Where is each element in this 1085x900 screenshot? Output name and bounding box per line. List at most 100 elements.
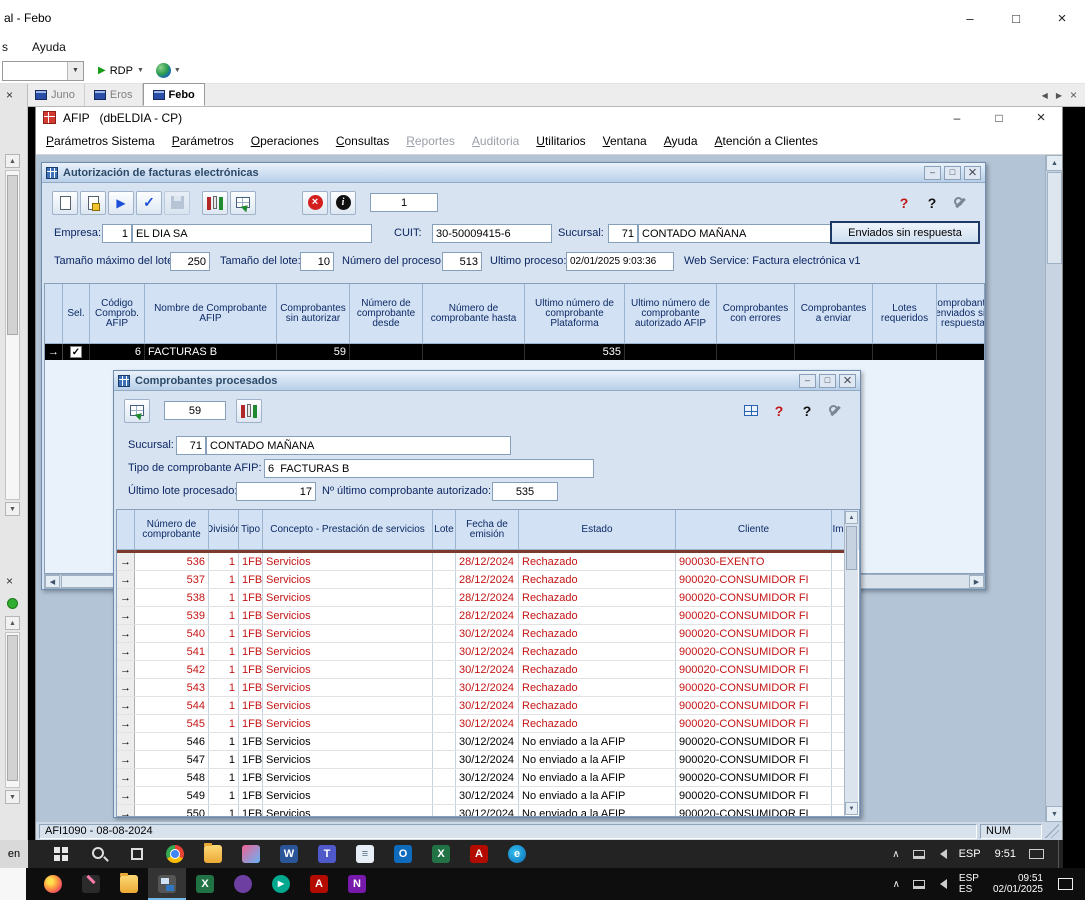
grid-view-button[interactable] — [738, 399, 764, 423]
network-icon[interactable] — [913, 880, 925, 889]
menu-item-partial[interactable]: s — [2, 40, 8, 54]
acrobat-button[interactable] — [460, 840, 498, 868]
scroll-up-icon[interactable]: ▲ — [5, 154, 20, 168]
scroll-down-icon[interactable]: ▼ — [845, 802, 858, 815]
help-button[interactable] — [794, 399, 820, 423]
info-button[interactable] — [330, 191, 356, 215]
scrollbar[interactable] — [5, 632, 20, 788]
grid-row[interactable]: 53811FBServicios28/12/2024Rechazado90002… — [117, 589, 845, 607]
scrollbar-thumb[interactable] — [846, 526, 857, 570]
file-explorer-button[interactable] — [194, 840, 232, 868]
ultimo-autorizado-field[interactable]: 535 — [492, 482, 558, 501]
host-window-titlebar[interactable]: al - Febo — [0, 0, 1085, 36]
menu-parámetros[interactable]: Parámetros — [172, 134, 234, 148]
scroll-up-icon[interactable]: ▲ — [1046, 155, 1062, 171]
row-marker[interactable] — [117, 571, 135, 588]
sucursal-code-field[interactable]: 71 — [608, 224, 638, 243]
menu-ayuda[interactable]: Ayuda — [664, 134, 698, 148]
clock[interactable]: 9:51 — [995, 848, 1016, 860]
tab-juno[interactable]: Juno — [26, 84, 85, 106]
close-button[interactable] — [1020, 107, 1062, 128]
clock[interactable]: 09:51 02/01/2025 — [993, 873, 1043, 895]
notepad-button[interactable] — [346, 840, 384, 868]
start-button[interactable] — [42, 840, 80, 868]
scroll-down-icon[interactable]: ▼ — [5, 790, 20, 804]
show-desktop-button[interactable] — [1058, 840, 1063, 868]
row-marker[interactable] — [117, 553, 135, 570]
connection-combobox[interactable]: ▼ — [2, 61, 84, 81]
export-grid-button[interactable] — [124, 399, 150, 423]
save-button[interactable] — [164, 191, 190, 215]
scroll-tabs-left-icon[interactable]: ◀ — [1042, 91, 1048, 100]
rdp-protocol-button[interactable]: ▶ RDP ▼ — [98, 65, 144, 77]
hidden-icons-caret[interactable]: ∧ — [892, 849, 899, 860]
tamano-maximo-field[interactable]: 250 — [170, 252, 210, 271]
row-marker[interactable] — [117, 805, 135, 817]
auth-titlebar[interactable]: Autorización de facturas electrónicas — [42, 163, 985, 183]
row-marker[interactable] — [45, 344, 63, 360]
numero-proceso-field[interactable]: 513 — [442, 252, 482, 271]
resize-grip[interactable] — [1045, 824, 1059, 838]
auth-selected-row[interactable]: 6FACTURAS B59535 — [45, 344, 984, 360]
row-marker[interactable] — [117, 679, 135, 696]
tab-febo[interactable]: Febo — [143, 83, 205, 106]
cancel-button[interactable] — [302, 191, 328, 215]
menu-atención-a-clientes[interactable]: Atención a Clientes — [715, 134, 818, 148]
row-marker[interactable] — [117, 697, 135, 714]
tools-button[interactable] — [947, 191, 973, 215]
count-field[interactable]: 59 — [164, 401, 226, 420]
external-tools-button[interactable]: ▼ — [156, 63, 181, 78]
enviados-sin-respuesta-button[interactable]: Enviados sin respuesta — [830, 221, 980, 244]
close-button[interactable] — [1039, 0, 1085, 36]
grid-row[interactable]: 54611FBServicios30/12/2024No enviado a l… — [117, 733, 845, 751]
excel-button[interactable] — [186, 868, 224, 900]
close-button[interactable] — [839, 374, 856, 388]
word-button[interactable] — [270, 840, 308, 868]
report-button[interactable] — [236, 399, 262, 423]
minimize-button[interactable] — [799, 374, 816, 388]
menu-item-ayuda[interactable]: Ayuda — [32, 40, 66, 54]
menu-ventana[interactable]: Ventana — [603, 134, 647, 148]
scroll-right-icon[interactable]: ▶ — [969, 575, 984, 588]
grid-row[interactable]: 53611FBServicios28/12/2024Rechazado90003… — [117, 553, 845, 571]
scrollbar-thumb[interactable] — [7, 175, 18, 335]
tamano-lote-field[interactable]: 10 — [300, 252, 334, 271]
task-view-button[interactable] — [118, 840, 156, 868]
export-grid-button[interactable] — [230, 191, 256, 215]
outlook-button[interactable] — [384, 840, 422, 868]
menu-reportes[interactable]: Reportes — [406, 134, 455, 148]
row-marker[interactable] — [117, 625, 135, 642]
menu-utilitarios[interactable]: Utilitarios — [536, 134, 585, 148]
help-button[interactable] — [919, 191, 945, 215]
grid-row[interactable]: 53711FBServicios28/12/2024Rechazado90002… — [117, 571, 845, 589]
context-help-button[interactable] — [891, 191, 917, 215]
close-icon[interactable]: × — [6, 574, 13, 588]
firefox-button[interactable] — [34, 868, 72, 900]
process-number-field[interactable]: 1 — [370, 193, 438, 212]
onenote-button[interactable] — [338, 868, 376, 900]
touch-keyboard-icon[interactable] — [1029, 849, 1044, 859]
sucursal-code-field[interactable]: 71 — [176, 436, 206, 455]
scrollbar-thumb[interactable] — [7, 635, 18, 781]
row-marker[interactable] — [117, 787, 135, 804]
mremoteng-button[interactable] — [148, 868, 186, 900]
excel-button[interactable] — [422, 840, 460, 868]
scroll-down-icon[interactable]: ▼ — [1046, 806, 1062, 822]
row-marker[interactable] — [117, 751, 135, 768]
ultimo-proceso-field[interactable]: 02/01/2025 9:03:36 — [566, 252, 674, 271]
row-marker[interactable] — [117, 661, 135, 678]
maximize-button[interactable] — [944, 166, 961, 180]
grid-row[interactable]: 54211FBServicios30/12/2024Rechazado90002… — [117, 661, 845, 679]
menu-consultas[interactable]: Consultas — [336, 134, 389, 148]
minimize-button[interactable] — [947, 0, 993, 36]
tools-button[interactable] — [822, 399, 848, 423]
paint-button[interactable] — [232, 840, 270, 868]
language-indicator[interactable]: ESP — [959, 848, 981, 860]
row-marker[interactable] — [117, 607, 135, 624]
edge-button[interactable] — [498, 840, 536, 868]
mdi-scrollbar[interactable]: ▲ ▼ — [1045, 155, 1062, 822]
scroll-down-icon[interactable]: ▼ — [5, 502, 20, 516]
action-center-icon[interactable] — [1058, 878, 1073, 890]
new-button[interactable] — [52, 191, 78, 215]
scroll-tabs-right-icon[interactable]: ▶ — [1056, 91, 1062, 100]
